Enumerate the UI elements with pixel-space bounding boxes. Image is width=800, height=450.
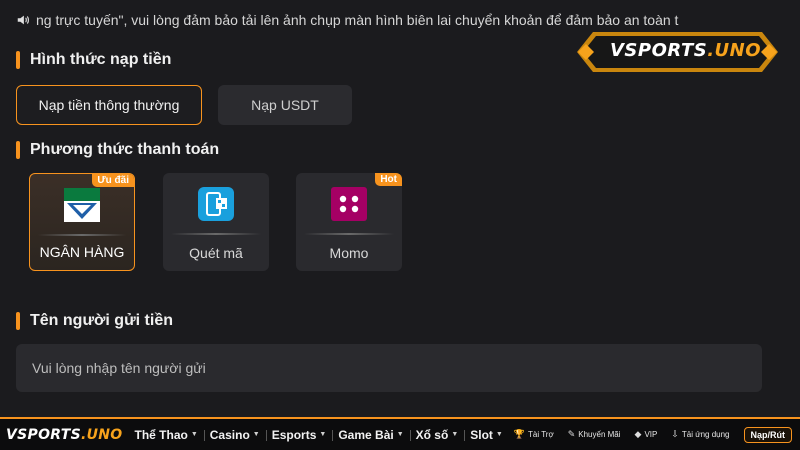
- nav-item-lottery[interactable]: Xổ số ▼: [409, 428, 465, 442]
- download-icon: ⇩: [671, 429, 679, 439]
- chevron-down-icon: ▼: [451, 431, 459, 438]
- util-promotions[interactable]: ✎ Khuyến Mãi: [568, 429, 621, 440]
- card-divider: [171, 233, 261, 235]
- momo-icon: [331, 187, 367, 221]
- nav-item-card-games[interactable]: Game Bài ▼: [332, 428, 409, 442]
- chevron-down-icon: ▼: [252, 431, 260, 438]
- chevron-down-icon: ▼: [190, 431, 198, 438]
- tag-icon: ✎: [567, 429, 576, 439]
- trophy-icon: 🏆: [513, 429, 526, 439]
- nav-item-sports[interactable]: Thể Thao ▼: [128, 428, 203, 442]
- brand-logo: VSPORTS.UNO: [575, 28, 780, 76]
- nav-item-slot[interactable]: Slot ▼: [464, 428, 509, 442]
- tab-label: Nạp USDT: [251, 97, 319, 113]
- heading-accent-bar: [16, 312, 20, 330]
- payment-card-momo[interactable]: Hot Momo: [296, 173, 402, 271]
- deposit-form-heading: Hình thức nạp tiền: [16, 50, 171, 70]
- payment-method-title: Phương thức thanh toán: [30, 141, 220, 158]
- bank-icon: [64, 188, 100, 222]
- deposit-form-title: Hình thức nạp tiền: [30, 51, 172, 68]
- tab-normal-deposit[interactable]: Nạp tiền thông thường: [16, 85, 202, 125]
- chevron-down-icon: ▼: [495, 431, 503, 438]
- bottom-nav-bar: VSPORTS.UNO Thể Thao ▼ Casino ▼ Esports ▼ G…: [0, 417, 800, 450]
- payment-card-label: NGÂN HÀNG: [39, 244, 125, 260]
- chevron-down-icon: ▼: [396, 431, 404, 438]
- announcement-text: ng trực tuyến", vui lòng đảm bảo tải lên…: [36, 12, 679, 28]
- main-nav: Thể Thao ▼ Casino ▼ Esports ▼ Game Bài ▼ Xổ …: [128, 428, 508, 442]
- card-divider: [304, 233, 394, 235]
- promo-badge: Ưu đãi: [92, 174, 134, 187]
- payment-card-label: Quét mã: [189, 245, 243, 261]
- tab-label: Nạp tiền thông thường: [38, 97, 180, 113]
- payment-card-qr[interactable]: Quét mã: [163, 173, 269, 271]
- heading-accent-bar: [16, 141, 20, 159]
- bottom-logo[interactable]: VSPORTS.UNO: [6, 427, 122, 443]
- payment-card-bank[interactable]: Ưu đãi NGÂN HÀNG: [29, 173, 135, 271]
- logo-wordmark: VSPORTS.UNO: [610, 40, 762, 61]
- nav-item-casino[interactable]: Casino ▼: [203, 428, 266, 442]
- sender-name-heading: Tên người gửi tiền: [16, 311, 173, 331]
- diamond-icon: ◆: [634, 429, 642, 439]
- chevron-down-icon: ▼: [319, 431, 327, 438]
- util-sponsor[interactable]: 🏆 Tài Trợ: [514, 429, 554, 440]
- hot-badge: Hot: [375, 173, 402, 186]
- nav-item-esports[interactable]: Esports ▼: [265, 428, 333, 442]
- deposit-withdraw-button[interactable]: Nạp/Rút: [743, 426, 792, 443]
- util-vip[interactable]: ◆ VIP: [635, 429, 658, 440]
- heading-accent-bar: [16, 51, 20, 69]
- speaker-icon: [17, 15, 29, 25]
- qr-scan-icon: [198, 187, 234, 221]
- payment-card-label: Momo: [329, 245, 369, 261]
- sender-name-title: Tên người gửi tiền: [30, 312, 173, 329]
- card-divider: [38, 234, 126, 236]
- sender-name-input[interactable]: [16, 344, 762, 392]
- payment-method-heading: Phương thức thanh toán: [16, 140, 219, 160]
- util-download-app[interactable]: ⇩ Tải ứng dụng: [671, 429, 729, 440]
- utility-links: 🏆 Tài Trợ ✎ Khuyến Mãi ◆ VIP ⇩ Tải ứng dụng …: [514, 426, 800, 443]
- tab-usdt-deposit[interactable]: Nạp USDT: [218, 85, 352, 125]
